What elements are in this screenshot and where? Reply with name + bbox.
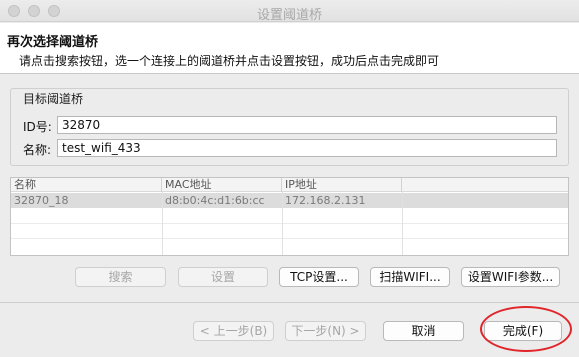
scan-wifi-button[interactable]: 扫描WIFI... <box>370 267 450 287</box>
row-divider <box>11 223 568 224</box>
window-title: 设置阈道桥 <box>256 8 322 23</box>
row-extra-cell <box>402 193 568 208</box>
name-field[interactable]: test_wifi_433 <box>57 139 557 157</box>
column-header-name[interactable]: 名称 <box>11 178 162 192</box>
column-header-extra <box>402 178 568 192</box>
search-button[interactable]: 搜索 <box>75 267 166 287</box>
tcp-settings-button[interactable]: TCP设置... <box>279 267 359 287</box>
name-label: 名称: <box>23 143 52 157</box>
cancel-button[interactable]: 取消 <box>383 321 464 341</box>
id-field[interactable]: 32870 <box>57 116 557 134</box>
next-button[interactable]: 下一步(N) > <box>285 321 366 341</box>
row-ip-cell: 172.168.2.131 <box>285 194 366 207</box>
column-divider <box>282 192 283 255</box>
bridge-list-table[interactable]: 名称 MAC地址 IP地址 32870_18 d8:b0:4c:d1:6b:cc… <box>10 177 569 256</box>
row-divider <box>11 238 568 239</box>
id-label: ID号: <box>23 120 52 134</box>
wizard-step-description: 请点击搜索按钮，选一个连接上的阈道桥并点击设置按钮，成功后点击完成即可 <box>19 54 440 68</box>
wifi-params-button[interactable]: 设置WIFI参数... <box>461 267 560 287</box>
table-header: 名称 MAC地址 IP地址 <box>11 178 568 192</box>
finish-button[interactable]: 完成(F) <box>484 321 562 341</box>
window-titlebar: 设置阈道桥 <box>0 0 579 23</box>
settings-button[interactable]: 设置 <box>178 267 268 287</box>
table-row[interactable]: 32870_18 d8:b0:4c:d1:6b:cc 172.168.2.131 <box>11 193 568 208</box>
row-name-cell: 32870_18 <box>14 194 69 207</box>
back-button[interactable]: < 上一步(B) <box>193 321 274 341</box>
setup-bridge-dialog: 设置阈道桥 再次选择阈道桥 请点击搜索按钮，选一个连接上的阈道桥并点击设置按钮，… <box>0 0 579 357</box>
wizard-header: 再次选择阈道桥 请点击搜索按钮，选一个连接上的阈道桥并点击设置按钮，成功后点击完… <box>0 23 579 74</box>
row-mac-cell: d8:b0:4c:d1:6b:cc <box>165 194 265 207</box>
column-header-mac[interactable]: MAC地址 <box>162 178 282 192</box>
column-divider <box>162 192 163 255</box>
column-divider <box>402 192 403 255</box>
column-header-ip[interactable]: IP地址 <box>282 178 402 192</box>
target-bridge-group-title: 目标阈道桥 <box>23 92 84 106</box>
footer-separator <box>0 302 579 303</box>
wizard-step-title: 再次选择阈道桥 <box>7 35 99 50</box>
